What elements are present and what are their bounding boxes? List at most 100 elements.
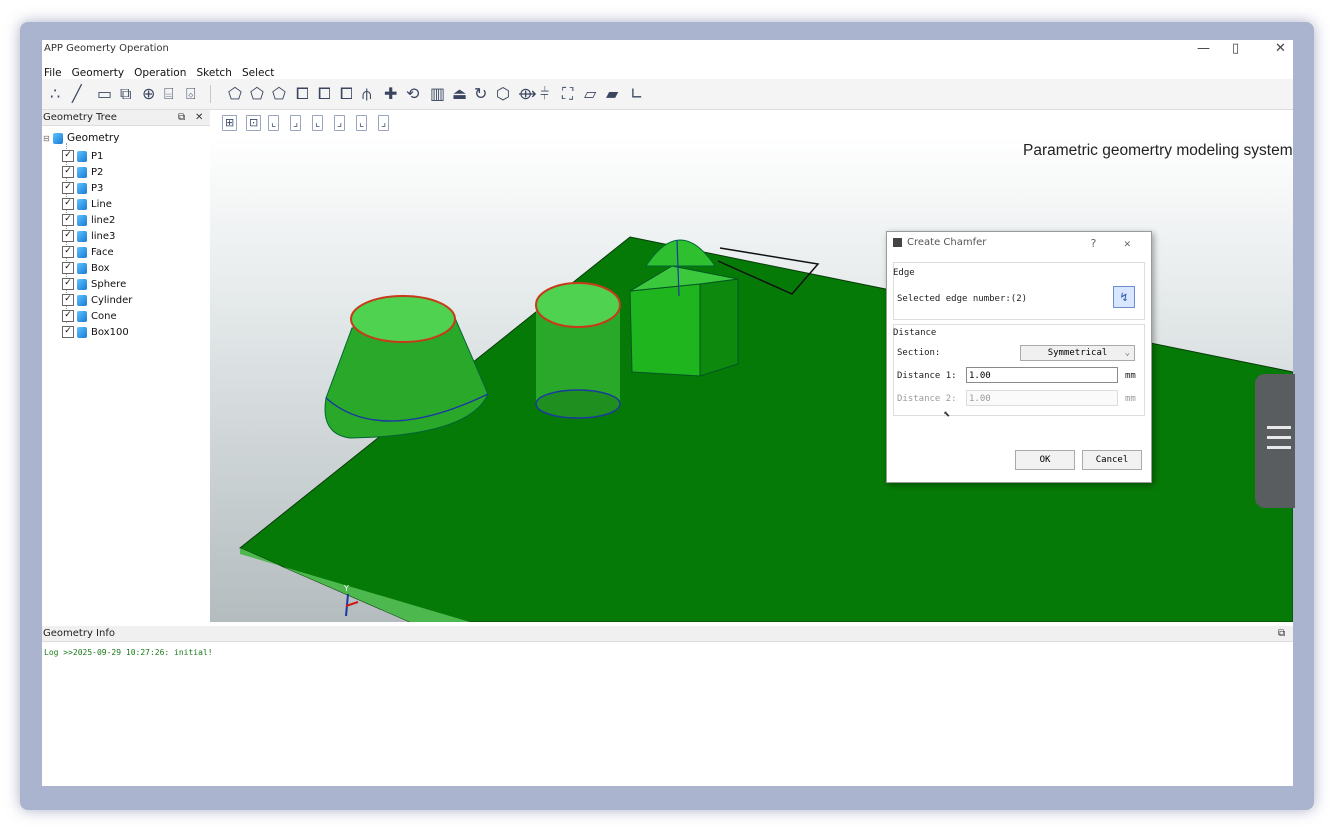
help-button[interactable]: ?: [1090, 237, 1097, 250]
chevron-down-icon: ⌄: [1124, 348, 1130, 358]
geometry-cube-icon: [77, 214, 87, 226]
array-icon[interactable]: ▥: [430, 85, 445, 103]
menu-sketch[interactable]: Sketch: [194, 64, 234, 79]
visibility-checkbox[interactable]: ✓: [62, 198, 74, 210]
sphere-icon[interactable]: ⊕: [142, 85, 155, 103]
chamfer-icon[interactable]: ⬠: [250, 85, 264, 103]
combine-icon[interactable]: ⛶: [562, 85, 573, 103]
close-button[interactable]: ✕: [1275, 41, 1286, 56]
view-yz-icon[interactable]: ⌟: [378, 115, 390, 131]
move-icon[interactable]: ✚: [384, 85, 397, 103]
sweep-icon[interactable]: ⟴: [518, 85, 537, 103]
tree-item-box[interactable]: ✓ Box: [62, 261, 110, 276]
view-zx-icon[interactable]: ⌞: [312, 115, 324, 131]
visibility-checkbox[interactable]: ✓: [62, 246, 74, 258]
geometry-cube-icon: [77, 310, 87, 322]
distance1-unit: mm: [1125, 371, 1136, 381]
menu-select[interactable]: Select: [240, 64, 277, 79]
variable-fillet-icon[interactable]: ⬠: [272, 85, 286, 103]
dialog-close-button[interactable]: ✕: [1124, 237, 1131, 250]
tree-root-geometry[interactable]: ⊟ Geometry: [43, 132, 119, 144]
extrude-icon[interactable]: ⏏: [452, 85, 467, 103]
menu-bar: File Geomerty Operation Sketch Select: [42, 61, 1293, 79]
minimize-button[interactable]: —: [1197, 41, 1210, 56]
boolean-common-icon[interactable]: ⧠: [340, 85, 353, 103]
geometry-cube-icon: [77, 294, 87, 306]
tree-item-p2[interactable]: ✓ P2: [62, 165, 103, 180]
tree-item-sphere[interactable]: ✓ Sphere: [62, 277, 126, 292]
menu-bar-icon: [1267, 436, 1291, 439]
visibility-checkbox[interactable]: ✓: [62, 262, 74, 274]
geometry-tree-panel: Geometry Tree ⧉ ✕ ⊟ Geometry ✓ P1 ✓ P2 ✓ P3…: [42, 110, 211, 622]
view-xy-icon[interactable]: ⌟: [290, 115, 302, 131]
fillet-icon[interactable]: ⬠: [228, 85, 242, 103]
geometry-cube-icon: [77, 262, 87, 274]
distance2-unit: mm: [1125, 394, 1136, 404]
tree-item-line3[interactable]: ✓ line3: [62, 229, 115, 244]
close-panel-icon[interactable]: ✕: [195, 110, 203, 125]
tree-item-face[interactable]: ✓ Face: [62, 245, 114, 260]
view-xz-icon[interactable]: ⌟: [334, 115, 346, 131]
visibility-checkbox[interactable]: ✓: [62, 294, 74, 306]
geometry-cube-icon: [77, 150, 87, 162]
cone-top-face: [350, 295, 456, 343]
revolve-icon[interactable]: ↻: [474, 85, 487, 103]
tree-item-p3[interactable]: ✓ P3: [62, 181, 103, 196]
tree-item-line[interactable]: ✓ Line: [62, 197, 112, 212]
visibility-checkbox[interactable]: ✓: [62, 150, 74, 162]
distance2-input[interactable]: 1.00: [966, 390, 1118, 406]
boolean-fuse-icon[interactable]: ⧠: [318, 85, 331, 103]
thicken-icon[interactable]: ▱: [584, 85, 596, 103]
line-icon[interactable]: ╱: [72, 85, 82, 103]
restore-button[interactable]: ▯: [1232, 41, 1239, 56]
split-icon[interactable]: ⫩: [540, 85, 549, 103]
section-select[interactable]: Symmetrical ⌄: [1020, 345, 1135, 361]
select-edge-icon[interactable]: ↯: [1113, 286, 1135, 308]
distance1-input[interactable]: 1.00: [966, 367, 1118, 383]
visibility-checkbox[interactable]: ✓: [62, 310, 74, 322]
cylinder-icon[interactable]: ⌸: [164, 85, 174, 103]
tree-item-label: P1: [91, 151, 104, 162]
cancel-button[interactable]: Cancel: [1082, 450, 1142, 470]
visibility-checkbox[interactable]: ✓: [62, 326, 74, 338]
float-panel-icon[interactable]: ⧉: [1278, 626, 1285, 641]
side-drawer-handle[interactable]: [1255, 374, 1295, 508]
geometry-cube-icon: [77, 166, 87, 178]
tree-item-label: Line: [91, 199, 112, 210]
view-yx-icon[interactable]: ⌞: [268, 115, 280, 131]
collapse-icon[interactable]: ⊟: [43, 134, 50, 143]
app-window: APP Geomerty Operation — ▯ ✕ File Geomer…: [42, 40, 1293, 786]
cone-icon[interactable]: ⌺: [186, 85, 196, 103]
ok-button[interactable]: OK: [1015, 450, 1075, 470]
tree-item-label: P3: [91, 183, 104, 194]
tree-item-cylinder[interactable]: ✓ Cylinder: [62, 293, 132, 308]
menu-operation[interactable]: Operation: [132, 64, 189, 79]
measure-icon[interactable]: ∟: [630, 85, 643, 103]
menu-geomerty[interactable]: Geomerty: [70, 64, 127, 79]
rotate-icon[interactable]: ⟲: [406, 85, 419, 103]
view-zy-icon[interactable]: ⌞: [356, 115, 368, 131]
geometry-cube-icon: [77, 278, 87, 290]
visibility-checkbox[interactable]: ✓: [62, 278, 74, 290]
box-icon[interactable]: ⧉: [120, 85, 131, 103]
loft-icon[interactable]: ⬡: [496, 85, 510, 103]
shell-icon[interactable]: ▰: [606, 85, 618, 103]
tree-item-line2[interactable]: ✓ line2: [62, 213, 115, 228]
visibility-checkbox[interactable]: ✓: [62, 214, 74, 226]
visibility-checkbox[interactable]: ✓: [62, 230, 74, 242]
tree-item-cone[interactable]: ✓ Cone: [62, 309, 117, 324]
float-panel-icon[interactable]: ⧉: [178, 110, 185, 125]
fit-view-icon[interactable]: ⊞: [222, 115, 238, 131]
tree-item-p1[interactable]: ✓ P1: [62, 149, 103, 164]
menu-file[interactable]: File: [42, 64, 65, 79]
tree-item-box100[interactable]: ✓ Box100: [62, 325, 129, 340]
visibility-checkbox[interactable]: ✓: [62, 182, 74, 194]
mirror-icon[interactable]: ⫛: [362, 85, 372, 103]
zoom-region-icon[interactable]: ⊡: [246, 115, 262, 131]
visibility-checkbox[interactable]: ✓: [62, 166, 74, 178]
boolean-cut-icon[interactable]: ⧠: [296, 85, 309, 103]
distance1-label: Distance 1:: [897, 371, 957, 381]
points-icon[interactable]: ∴: [50, 85, 60, 103]
create-chamfer-dialog: Create Chamfer ? ✕ Edge Selected edge nu…: [886, 231, 1152, 483]
rectangle-icon[interactable]: ▭: [97, 85, 112, 103]
